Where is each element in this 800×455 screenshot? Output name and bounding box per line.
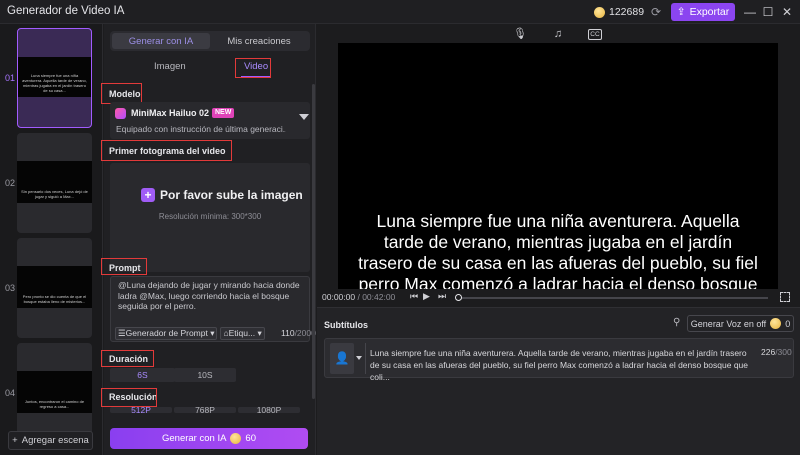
model-logo-icon xyxy=(115,108,126,119)
add-scene-button[interactable]: + Agregar escena xyxy=(8,431,93,450)
plus-icon: + xyxy=(12,435,18,446)
microphone-icon[interactable]: 🎙 xyxy=(513,27,527,41)
image-upload-area[interactable]: + Por favor sube la imagen Resolución mí… xyxy=(110,163,310,272)
preview-area: 🎙 ♫ CC Luna siempre fue una niña aventur… xyxy=(317,24,800,455)
coin-icon xyxy=(770,318,782,329)
coin-icon xyxy=(230,433,242,444)
play-icon[interactable]: ▶ xyxy=(423,291,430,302)
upload-label: Por favor sube la imagen xyxy=(160,188,303,202)
chevron-down-icon[interactable] xyxy=(299,114,309,120)
voiceover-label: Generar Voz en off xyxy=(690,318,767,329)
playback-bar: 00:00:00 / 00:42:00 ⏮ ▶ ⏭ xyxy=(317,290,800,305)
fullscreen-icon[interactable] xyxy=(780,292,790,302)
export-button[interactable]: ⇪ Exportar xyxy=(671,3,735,21)
minimize-icon[interactable]: — xyxy=(742,3,758,21)
scene-caption: Luna siempre fue una niña aventurera. Aq… xyxy=(22,73,87,93)
captions-icon[interactable]: CC xyxy=(588,29,602,40)
tab-generate[interactable]: Generar con IA xyxy=(112,33,210,49)
app-title: Generador de Video IA xyxy=(7,5,125,17)
scenes-list: 01 Luna siempre fue una niña aventurera.… xyxy=(0,24,103,455)
highlight-box xyxy=(101,83,142,104)
panel-tabs: Generar con IA Mis creaciones xyxy=(110,31,310,51)
video-caption: Luna siempre fue una niña aventurera. Aq… xyxy=(358,211,758,289)
subtitle-text[interactable]: Luna siempre fue una niña aventurera. Aq… xyxy=(370,347,750,383)
timeline-track[interactable] xyxy=(458,297,768,299)
generate-button[interactable]: Generar con IA 60 xyxy=(110,428,308,449)
prompt-char-count: 110/2000 xyxy=(281,328,316,338)
upload-hint: Resolución mínima: 300*300 xyxy=(158,212,262,221)
highlight-box xyxy=(235,58,271,78)
subtab-image[interactable]: Imagen xyxy=(154,61,186,72)
voice-icon: ⚲ xyxy=(673,317,681,328)
maximize-icon[interactable]: ☐ xyxy=(760,3,776,21)
resolution-option-768p[interactable]: 768P xyxy=(174,407,236,413)
time-display: 00:00:00 / 00:42:00 xyxy=(322,292,396,302)
step-forward-icon[interactable]: ⏭ xyxy=(438,291,446,302)
add-scene-label: Agregar escena xyxy=(21,435,89,446)
step-back-icon[interactable]: ⏮ xyxy=(410,291,418,302)
highlight-box xyxy=(101,350,154,367)
credits-value: 122689 xyxy=(609,6,645,18)
subtitle-char-count: 226/300 xyxy=(761,347,792,357)
highlight-box xyxy=(101,388,157,407)
model-selector[interactable]: MiniMax Hailuo 02 NEW Equipado con instr… xyxy=(110,102,310,139)
scene-caption: Juntos, encontraron el camino de regreso… xyxy=(24,399,85,409)
coin-icon xyxy=(594,6,605,18)
scene-thumbnail[interactable]: Luna siempre fue una niña aventurera. Aq… xyxy=(17,28,92,128)
duration-option-10s[interactable]: 10S xyxy=(174,368,236,382)
generate-label: Generar con IA xyxy=(162,433,227,444)
tags-button[interactable]: ⌂Etiqu... ▾ xyxy=(220,327,265,340)
panel-scrollbar[interactable] xyxy=(312,84,315,399)
generate-voiceover-button[interactable]: Generar Voz en off 0 xyxy=(687,315,794,332)
scene-caption: Sin pensarlo dos veces, Luna dejó de jug… xyxy=(21,189,88,199)
caret-down-icon[interactable] xyxy=(356,356,362,360)
prompt-generator-button[interactable]: ☰Generador de Prompt ▾ xyxy=(115,327,218,340)
scene-thumbnail[interactable]: Sin pensarlo dos veces, Luna dejó de jug… xyxy=(17,133,92,233)
subtitles-panel: Subtítulos ⚲ Generar Voz en off 0 👤 Luna… xyxy=(317,307,800,455)
refresh-icon[interactable]: ⟳ xyxy=(648,4,664,20)
scene-number: 02 xyxy=(5,178,16,188)
scene-number: 03 xyxy=(5,283,16,293)
prompt-toolbar: ☰Generador de Prompt ▾ ⌂Etiqu... ▾ xyxy=(115,327,265,340)
highlight-box xyxy=(101,258,147,275)
video-preview[interactable]: Luna siempre fue una niña aventurera. Aq… xyxy=(338,43,778,289)
resolution-option-512p[interactable]: 512P xyxy=(110,407,172,413)
scene-thumbnail[interactable]: Juntos, encontraron el camino de regreso… xyxy=(17,343,92,443)
voiceover-cost: 0 xyxy=(785,318,791,329)
voice-avatar-icon[interactable]: 👤 xyxy=(330,343,354,374)
tab-my-creations[interactable]: Mis creaciones xyxy=(210,33,308,49)
prompt-text[interactable]: @Luna dejando de jugar y mirando hacia d… xyxy=(118,280,308,312)
scene-number: 01 xyxy=(5,73,16,83)
music-icon[interactable]: ♫ xyxy=(551,27,565,41)
duration-option-6s[interactable]: 6S xyxy=(110,368,175,382)
credits-balance: 122689 xyxy=(594,4,644,20)
model-name: MiniMax Hailuo 02 xyxy=(131,108,210,118)
scene-caption: Pero pronto se dio cuenta de que el bosq… xyxy=(22,294,87,304)
subtitle-entry[interactable]: 👤 Luna siempre fue una niña aventurera. … xyxy=(324,338,794,382)
model-description: Equipado con instrucción de última gener… xyxy=(116,124,286,134)
timeline-handle[interactable] xyxy=(455,294,462,301)
export-label: Exportar xyxy=(689,6,730,18)
export-icon: ⇪ xyxy=(676,6,686,18)
generation-panel: Generar con IA Mis creaciones Imagen Vid… xyxy=(101,24,316,455)
highlight-box xyxy=(101,140,232,161)
scene-thumbnail[interactable]: Pero pronto se dio cuenta de que el bosq… xyxy=(17,238,92,338)
title-bar: Generador de Video IA 122689 ⟳ ⇪ Exporta… xyxy=(0,0,800,24)
prompt-input[interactable]: @Luna dejando de jugar y mirando hacia d… xyxy=(110,276,316,342)
generate-cost: 60 xyxy=(245,433,256,444)
plus-icon: + xyxy=(141,188,155,202)
subtitles-title: Subtítulos xyxy=(324,320,368,330)
new-badge: NEW xyxy=(212,108,235,118)
scene-number: 04 xyxy=(5,388,16,398)
close-icon[interactable]: ✕ xyxy=(779,3,795,21)
resolution-option-1080p[interactable]: 1080P xyxy=(238,407,300,413)
